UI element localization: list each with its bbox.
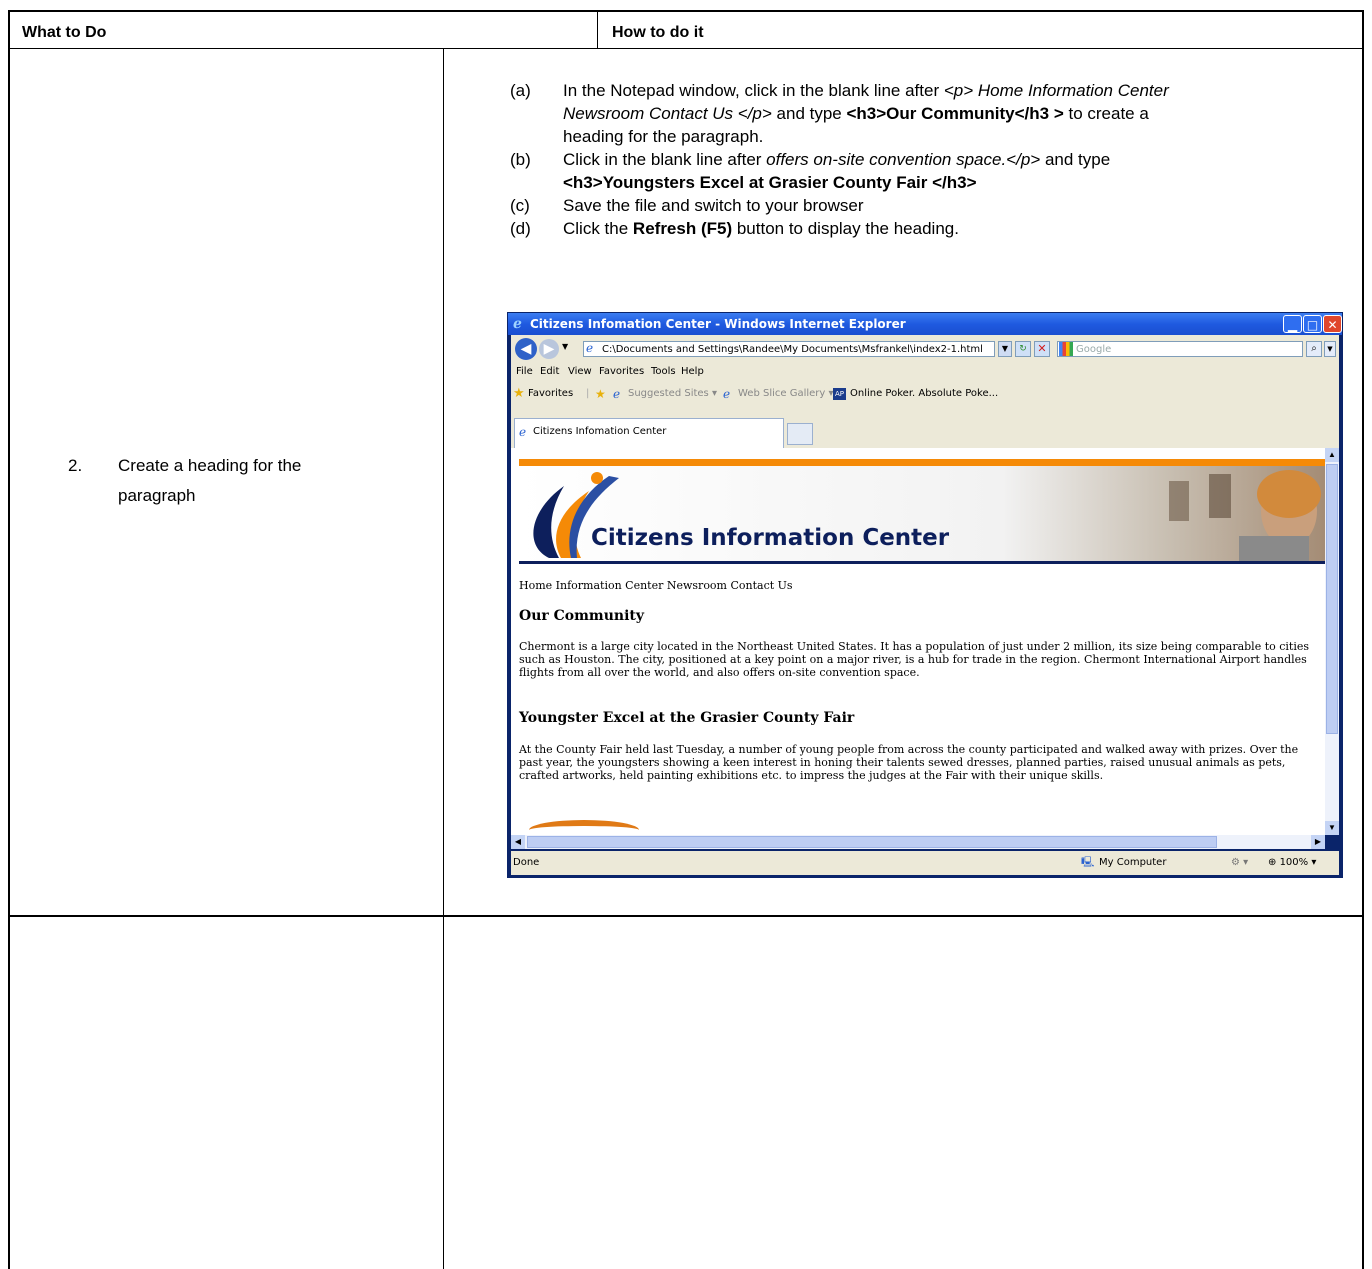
address-dropdown-icon[interactable]: ▼	[998, 341, 1012, 357]
favorites-bar: ★ Favorites | ★ ℯ Suggested Sites ▾ ℯ We…	[511, 381, 1339, 407]
fav-web-slice-gallery[interactable]: Web Slice Gallery ▾	[738, 381, 834, 407]
minimize-button[interactable]: ▁	[1283, 315, 1302, 333]
instr-a-label: (a)	[510, 81, 531, 100]
search-button[interactable]: ⌕	[1306, 341, 1322, 357]
paragraph-community: Chermont is a large city located in the …	[519, 640, 1310, 679]
back-button[interactable]: ◀	[515, 338, 537, 360]
banner-orange-bar	[519, 459, 1325, 466]
fav-suggested-sites[interactable]: Suggested Sites ▾	[628, 381, 717, 407]
instr-a-line3: heading for the paragraph.	[563, 127, 764, 146]
banner-image: Citizens Information Center	[519, 466, 1325, 561]
vertical-scroll-thumb[interactable]	[1326, 464, 1338, 734]
instr-a-line1: In the Notepad window, click in the blan…	[563, 81, 1169, 100]
heading-youngster: Youngster Excel at the Grasier County Fa…	[519, 710, 855, 726]
scroll-left-icon[interactable]: ◀	[511, 835, 525, 849]
search-input[interactable]: Google	[1057, 341, 1303, 357]
address-input[interactable]: C:\Documents and Settings\Randee\My Docu…	[583, 341, 995, 357]
history-dropdown-icon[interactable]: ▼	[562, 342, 568, 351]
instr-a-line2: Newsroom Contact Us </p> and type <h3>Ou…	[563, 104, 1149, 123]
banner-navy-line	[519, 561, 1325, 564]
scroll-right-icon[interactable]: ▶	[1311, 835, 1325, 849]
instr-d-text: Click the Refresh (F5) button to display…	[563, 219, 959, 238]
favorites-divider: |	[586, 388, 590, 399]
instr-b-label: (b)	[510, 150, 531, 169]
step-title-line1: Create a heading for the	[118, 456, 302, 475]
instructions: (a) In the Notepad window, click in the …	[510, 79, 1355, 299]
new-tab-button[interactable]	[787, 423, 813, 445]
scroll-up-icon[interactable]: ▲	[1325, 448, 1339, 462]
col-header-what: What to Do	[22, 24, 107, 41]
refresh-icon[interactable]: ↻	[1015, 341, 1031, 357]
tab-bar: ℯ Citizens Infomation Center	[511, 407, 1339, 448]
menu-view[interactable]: View	[568, 363, 592, 381]
zoom-control[interactable]: ⊕ 100% ▾	[1268, 851, 1316, 875]
protected-mode-icon[interactable]: ⚙ ▾	[1231, 851, 1248, 875]
horizontal-scrollbar[interactable]: ◀ ▶	[511, 835, 1325, 849]
paragraph-fair: At the County Fair held last Tuesday, a …	[519, 743, 1299, 782]
tab-page-icon: ℯ	[519, 425, 527, 439]
menu-edit[interactable]: Edit	[540, 363, 559, 381]
tab-label: Citizens Infomation Center	[533, 426, 667, 437]
col-header-how: How to do it	[612, 24, 704, 41]
menu-file[interactable]: File	[516, 363, 533, 381]
favorites-button[interactable]: Favorites	[528, 381, 573, 407]
favorites-star-icon: ★	[513, 386, 525, 401]
computer-icon: 🖳	[1081, 857, 1095, 868]
stop-icon[interactable]: ✕	[1034, 341, 1050, 357]
instr-b-line2: <h3>Youngsters Excel at Grasier County F…	[563, 173, 977, 192]
browser-window-title: Citizens Infomation Center - Windows Int…	[530, 317, 906, 331]
google-icon	[1059, 342, 1073, 356]
ie-logo-icon: ℯ	[513, 316, 522, 332]
menu-favorites[interactable]: Favorites	[599, 363, 644, 381]
step-title: Create a heading for the paragraph	[118, 451, 301, 511]
step-number: 2.	[68, 456, 83, 475]
instr-b-line1: Click in the blank line after offers on-…	[563, 150, 1111, 169]
browser-screenshot: ℯ Citizens Infomation Center - Windows I…	[507, 312, 1343, 878]
suggested-sites-icon: ℯ	[613, 387, 621, 401]
zone-label: My Computer	[1099, 857, 1167, 868]
tab-citizens[interactable]: ℯ Citizens Infomation Center	[514, 418, 784, 448]
menu-help[interactable]: Help	[681, 363, 704, 381]
status-text: Done	[513, 857, 540, 868]
web-slice-icon: ℯ	[723, 387, 731, 401]
site-nav[interactable]: Home Information Center Newsroom Contact…	[519, 579, 793, 592]
horizontal-scroll-thumb[interactable]	[527, 836, 1217, 848]
vertical-scrollbar[interactable]: ▲ ▼	[1325, 448, 1339, 835]
heading-our-community: Our Community	[519, 608, 645, 624]
fav-online-poker[interactable]: Online Poker. Absolute Poke...	[850, 381, 998, 407]
status-bar: Done 🖳 My Computer ⚙ ▾ ⊕ 100% ▾	[511, 851, 1339, 875]
page-icon: ℯ	[586, 341, 594, 355]
add-favorite-icon[interactable]: ★	[595, 381, 606, 407]
menu-tools[interactable]: Tools	[651, 363, 676, 381]
address-toolbar: ◀ ▶ ▼ C:\Documents and Settings\Randee\M…	[511, 335, 1339, 363]
instr-c-text: Save the file and switch to your browser	[563, 196, 864, 215]
instr-d-label: (d)	[510, 219, 531, 238]
menu-bar: File Edit View Favorites Tools Help	[511, 363, 1339, 381]
page-content: Citizens Information Center Home Informa…	[511, 448, 1325, 835]
maximize-button[interactable]: □	[1303, 315, 1322, 333]
banner-title: Citizens Information Center	[591, 525, 950, 551]
online-poker-icon: AP	[833, 388, 846, 400]
browser-titlebar: ℯ Citizens Infomation Center - Windows I…	[508, 313, 1342, 335]
forward-button[interactable]: ▶	[539, 339, 559, 359]
close-button[interactable]: ✕	[1323, 315, 1342, 333]
scroll-down-icon[interactable]: ▼	[1325, 821, 1339, 835]
search-options-icon[interactable]: ▼	[1324, 341, 1336, 357]
step-title-line2: paragraph	[118, 486, 196, 505]
fair-logo-image	[529, 820, 639, 835]
instr-c-label: (c)	[510, 196, 530, 215]
